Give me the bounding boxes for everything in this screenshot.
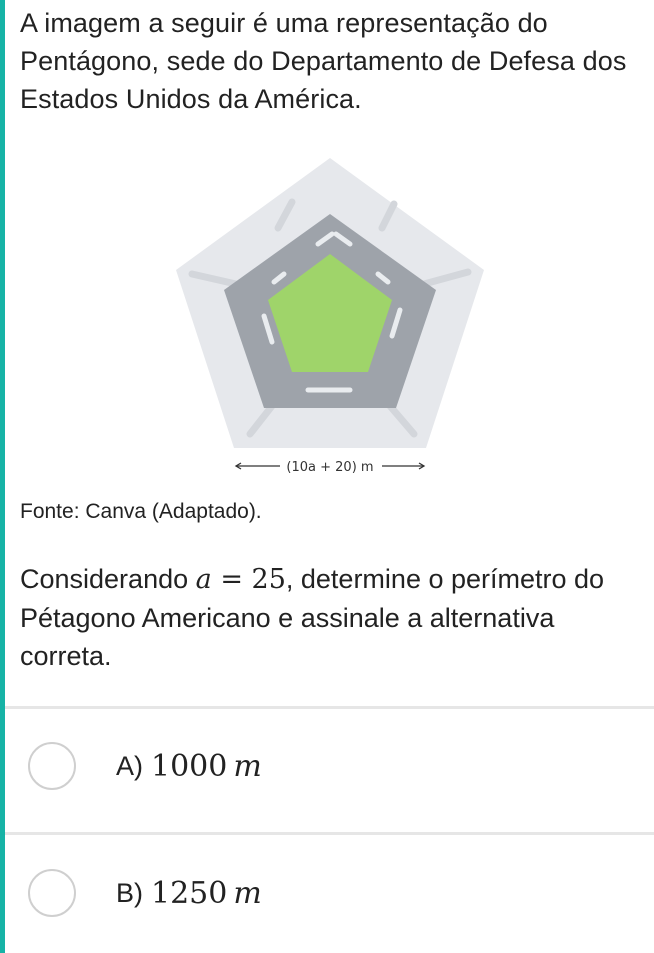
math-value: 25 [251, 564, 286, 595]
question-text: Considerando a = 25, determine o perímet… [20, 560, 640, 675]
radio-button[interactable] [28, 869, 76, 917]
source-caption: Fonte: Canva (Adaptado). [20, 500, 262, 523]
option-unit: m [233, 748, 262, 784]
pentagon-figure: (10a + 20) m [160, 150, 500, 480]
option-value: 1000 [151, 748, 228, 784]
question-content: A imagem a seguir é uma representação do… [20, 0, 650, 118]
question-prefix: Considerando [20, 564, 196, 594]
option-a[interactable]: A) 1000 m [28, 736, 628, 796]
option-value: 1250 [151, 875, 228, 911]
radio-button[interactable] [28, 742, 76, 790]
divider [5, 706, 654, 709]
pentagon-illustration: (10a + 20) m [176, 158, 484, 475]
math-variable: a [195, 564, 212, 595]
option-letter: B) [116, 877, 143, 908]
option-letter: A) [116, 750, 143, 781]
intro-text: A imagem a seguir é uma representação do… [20, 8, 627, 114]
accent-bar [0, 0, 5, 953]
option-unit: m [233, 875, 262, 911]
divider [5, 832, 654, 835]
dimension-label: (10a + 20) m [286, 460, 373, 475]
option-b[interactable]: B) 1250 m [28, 863, 628, 923]
math-equals: = [211, 564, 252, 595]
